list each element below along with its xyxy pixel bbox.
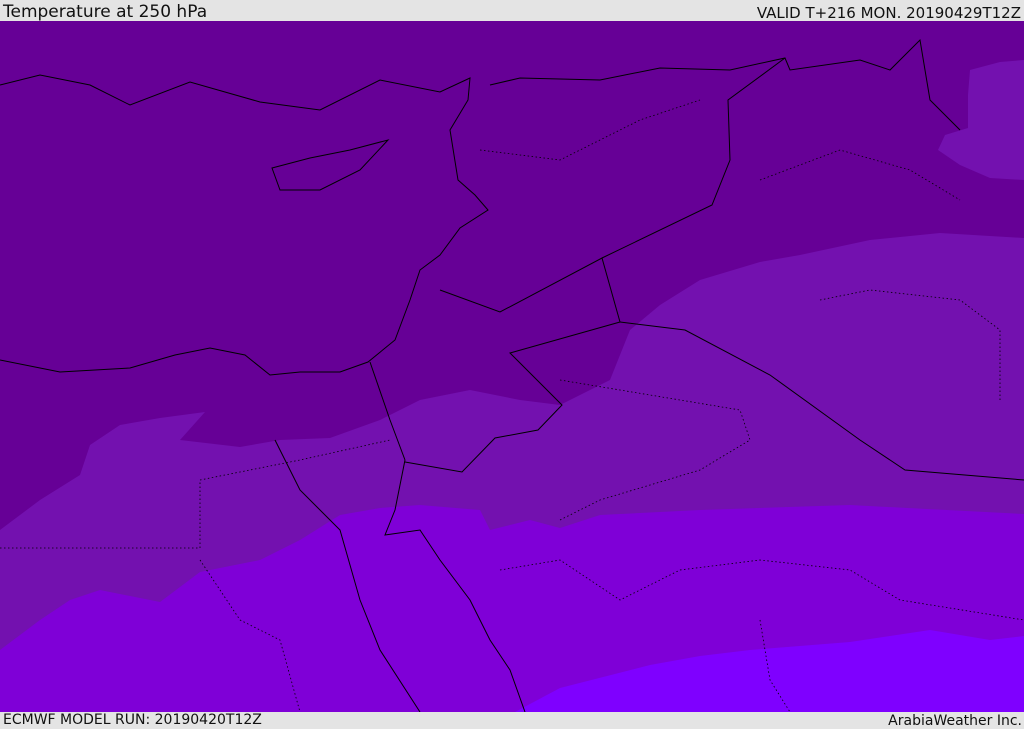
model-run: ECMWF MODEL RUN: 20190420T12Z <box>3 712 262 728</box>
map-title: Temperature at 250 hPa <box>3 2 208 22</box>
footer-bar: ECMWF MODEL RUN: 20190420T12Z ArabiaWeat… <box>0 712 1024 729</box>
valid-time: VALID T+216 MON. 20190429T12Z <box>756 4 1021 22</box>
brand-credit: ArabiaWeather Inc. <box>888 713 1022 729</box>
header-bar: Temperature at 250 hPa VALID T+216 MON. … <box>0 0 1024 22</box>
temperature-map <box>0 21 1024 712</box>
